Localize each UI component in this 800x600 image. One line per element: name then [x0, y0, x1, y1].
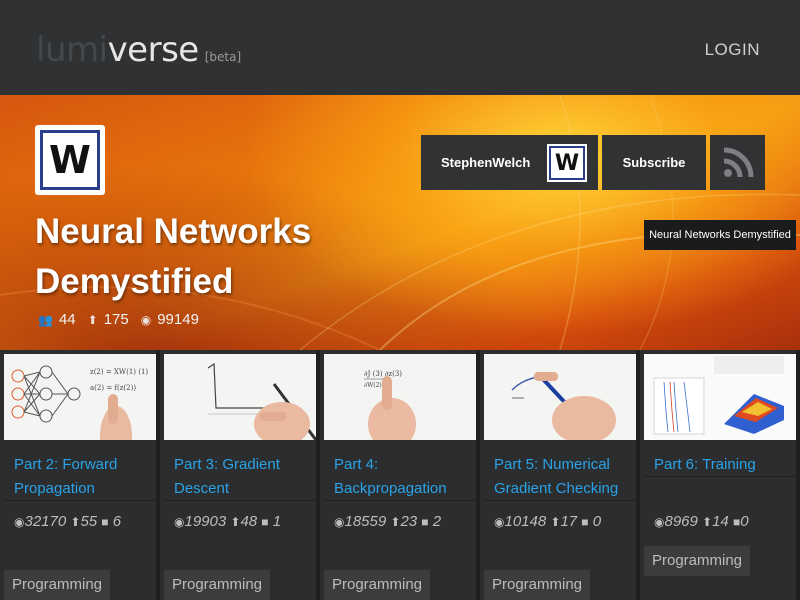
eye-icon: ◉: [174, 515, 185, 529]
svg-text:∂J (3) ∂z(3): ∂J (3) ∂z(3): [364, 370, 402, 378]
channel-title: Neural Networks Demystified: [35, 212, 312, 301]
upvote-icon: ⬆: [70, 515, 81, 529]
video-card[interactable]: ∂J (3) ∂z(3) ∂W(2) Part 4: Backpropagati…: [320, 350, 476, 600]
video-upvotes: 55: [80, 513, 98, 530]
rss-button[interactable]: [710, 135, 765, 190]
comment-icon: ■: [581, 515, 589, 529]
author-avatar: W: [547, 144, 587, 182]
eye-icon: ◉: [334, 515, 345, 529]
category-tag[interactable]: Programming: [324, 570, 431, 600]
svg-text:z(2) = XW(1) (1): z(2) = XW(1) (1): [90, 368, 148, 376]
video-thumbnail[interactable]: ∂J (3) ∂z(3) ∂W(2): [324, 354, 476, 440]
video-comments: 1: [272, 513, 282, 530]
video-title-link[interactable]: Part 2: Forward Propagation: [14, 453, 150, 501]
video-thumbnail[interactable]: [164, 354, 316, 440]
video-stats: ◉8969 ⬆14 ■0: [654, 510, 790, 534]
video-upvotes: 23: [400, 513, 418, 530]
upvote-icon: ⬆: [87, 312, 98, 327]
card-divider: [644, 476, 796, 477]
category-tag[interactable]: Programming: [4, 570, 111, 600]
views-count: 99149: [157, 311, 199, 328]
eye-icon: ◉: [14, 515, 25, 529]
followers-count: 44: [58, 311, 76, 328]
video-stats: ◉10148 ⬆17 ■ 0: [494, 510, 630, 534]
category-tag[interactable]: Programming: [164, 570, 271, 600]
rss-icon: [723, 147, 753, 177]
author-avatar-letter: W: [549, 146, 585, 180]
category-tag[interactable]: Programming: [484, 570, 591, 600]
channel-avatar-letter: W: [40, 130, 100, 190]
video-upvotes: 14: [712, 513, 729, 530]
eye-icon: ◉: [494, 515, 505, 529]
eye-icon: ◉: [140, 312, 152, 327]
video-list: z(2) = XW(1) (1) a(2) = f(z(2)) Part 2: …: [0, 350, 800, 600]
video-comments: 2: [432, 513, 442, 530]
category-tag[interactable]: Programming: [644, 546, 751, 576]
card-divider: [324, 500, 476, 501]
video-views: 19903: [184, 513, 227, 530]
thumbnail-drawing: ∂J (3) ∂z(3) ∂W(2): [364, 370, 416, 440]
eye-icon: ◉: [654, 515, 665, 529]
author-name: StephenWelch: [441, 155, 531, 170]
logo-verse: verse: [107, 30, 200, 70]
author-button[interactable]: StephenWelch W: [421, 135, 598, 190]
video-views: 18559: [344, 513, 387, 530]
playlist-caption-overlay: Neural Networks Demystified: [644, 220, 796, 250]
card-divider: [484, 500, 636, 501]
beta-label: [beta]: [204, 50, 242, 64]
video-upvotes: 17: [560, 513, 578, 530]
video-views: 8969: [664, 513, 698, 530]
thumbnail-drawing: z(2) = XW(1) (1) a(2) = f(z(2)): [11, 365, 148, 440]
video-title-link[interactable]: Part 6: Training: [654, 453, 790, 477]
subscribe-button[interactable]: Subscribe: [602, 135, 706, 190]
video-comments: 0: [592, 513, 602, 530]
channel-stats: 👥 44 ⬆ 175 ◉ 99149: [38, 311, 205, 328]
video-title-link[interactable]: Part 5: Numerical Gradient Checking: [494, 453, 630, 501]
comment-icon: ■: [101, 515, 109, 529]
followers-icon: 👥: [38, 312, 53, 327]
card-divider: [164, 500, 316, 501]
video-comments: 6: [112, 513, 122, 530]
card-divider: [4, 500, 156, 501]
video-card[interactable]: Part 5: Numerical Gradient Checking ◉101…: [480, 350, 636, 600]
video-views: 10148: [504, 513, 547, 530]
channel-actions: StephenWelch W Subscribe: [421, 135, 765, 190]
comment-icon: ■: [421, 515, 429, 529]
top-navbar: lumiverse [beta] LOGIN: [0, 0, 800, 95]
thumbnail-drawing: [207, 362, 316, 440]
upvote-icon: ⬆: [390, 515, 401, 529]
upvote-icon: ⬆: [230, 515, 241, 529]
video-thumbnail[interactable]: [644, 354, 796, 440]
video-upvotes: 48: [240, 513, 258, 530]
login-link[interactable]: LOGIN: [705, 40, 760, 60]
video-thumbnail[interactable]: [484, 354, 636, 440]
upvote-icon: ⬆: [702, 515, 713, 529]
logo-lumi: lumi: [36, 30, 108, 70]
video-stats: ◉19903 ⬆48 ■ 1: [174, 510, 310, 534]
video-thumbnail[interactable]: z(2) = XW(1) (1) a(2) = f(z(2)): [4, 354, 156, 440]
video-comments: 0: [740, 513, 749, 530]
site-logo[interactable]: lumiverse [beta]: [36, 30, 241, 70]
video-title-link[interactable]: Part 3: Gradient Descent: [174, 453, 310, 501]
thumbnail-drawing: [511, 372, 616, 440]
video-card[interactable]: Part 3: Gradient Descent ◉19903 ⬆48 ■ 1 …: [160, 350, 316, 600]
svg-text:∂W(2): ∂W(2): [364, 382, 382, 389]
video-card[interactable]: Part 6: Training ◉8969 ⬆14 ■0 Programmin…: [640, 350, 796, 600]
video-views: 32170: [24, 513, 67, 530]
video-stats: ◉32170 ⬆55 ■ 6: [14, 510, 150, 534]
channel-avatar[interactable]: W: [35, 125, 105, 195]
video-stats: ◉18559 ⬆23 ■ 2: [334, 510, 470, 534]
video-title-link[interactable]: Part 4: Backpropagation: [334, 453, 470, 501]
thumbnail-drawing: [644, 354, 796, 440]
svg-text:a(2) = f(z(2)): a(2) = f(z(2)): [90, 384, 136, 392]
video-card[interactable]: z(2) = XW(1) (1) a(2) = f(z(2)) Part 2: …: [0, 350, 156, 600]
upvote-icon: ⬆: [550, 515, 561, 529]
comment-icon: ■: [261, 515, 269, 529]
upvotes-count: 175: [103, 311, 129, 328]
